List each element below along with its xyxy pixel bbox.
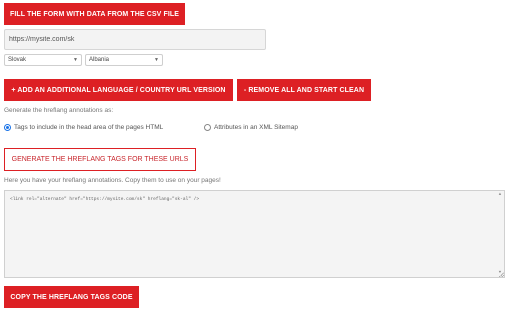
- radio-head-label: Tags to include in the head area of the …: [14, 124, 164, 131]
- hreflang-generator-page: FILL THE FORM WITH DATA FROM THE CSV FIL…: [0, 0, 512, 310]
- radio-button-unchecked[interactable]: [204, 124, 211, 131]
- scrollbar[interactable]: ▲ ▼: [497, 192, 503, 276]
- country-select-value: Albania: [89, 57, 110, 63]
- radio-sitemap-label: Attributes in an XML Sitemap: [214, 124, 298, 131]
- annotation-format-label: Generate the hreflang annotations as:: [4, 107, 114, 114]
- country-select[interactable]: Albania ▼: [85, 54, 163, 66]
- radio-sitemap-option[interactable]: Attributes in an XML Sitemap: [204, 124, 298, 131]
- radio-head-option[interactable]: Tags to include in the head area of the …: [4, 124, 163, 131]
- language-select-value: Slovak: [8, 57, 27, 63]
- radio-button-checked[interactable]: [4, 124, 11, 131]
- output-intro-text: Here you have your hreflang annotations.…: [4, 177, 221, 184]
- chevron-down-icon: ▼: [154, 57, 159, 63]
- generate-tags-button[interactable]: GENERATE THE HREFLANG TAGS FOR THESE URL…: [4, 148, 196, 171]
- language-select[interactable]: Slovak ▼: [4, 54, 82, 66]
- add-language-button[interactable]: + ADD AN ADDITIONAL LANGUAGE / COUNTRY U…: [4, 79, 233, 101]
- fill-from-csv-button[interactable]: FILL THE FORM WITH DATA FROM THE CSV FIL…: [4, 3, 185, 25]
- output-textarea[interactable]: <link rel="alternate" href="https://mysi…: [4, 190, 505, 278]
- hreflang-code: <link rel="alternate" href="https://mysi…: [10, 197, 200, 202]
- copy-tags-button[interactable]: COPY THE HREFLANG TAGS CODE: [4, 286, 139, 308]
- scroll-up-icon[interactable]: ▲: [497, 192, 503, 198]
- url-input[interactable]: [4, 29, 266, 50]
- resize-grip-icon[interactable]: [499, 272, 504, 277]
- remove-all-button[interactable]: - REMOVE ALL AND START CLEAN: [237, 79, 371, 101]
- chevron-down-icon: ▼: [73, 57, 78, 63]
